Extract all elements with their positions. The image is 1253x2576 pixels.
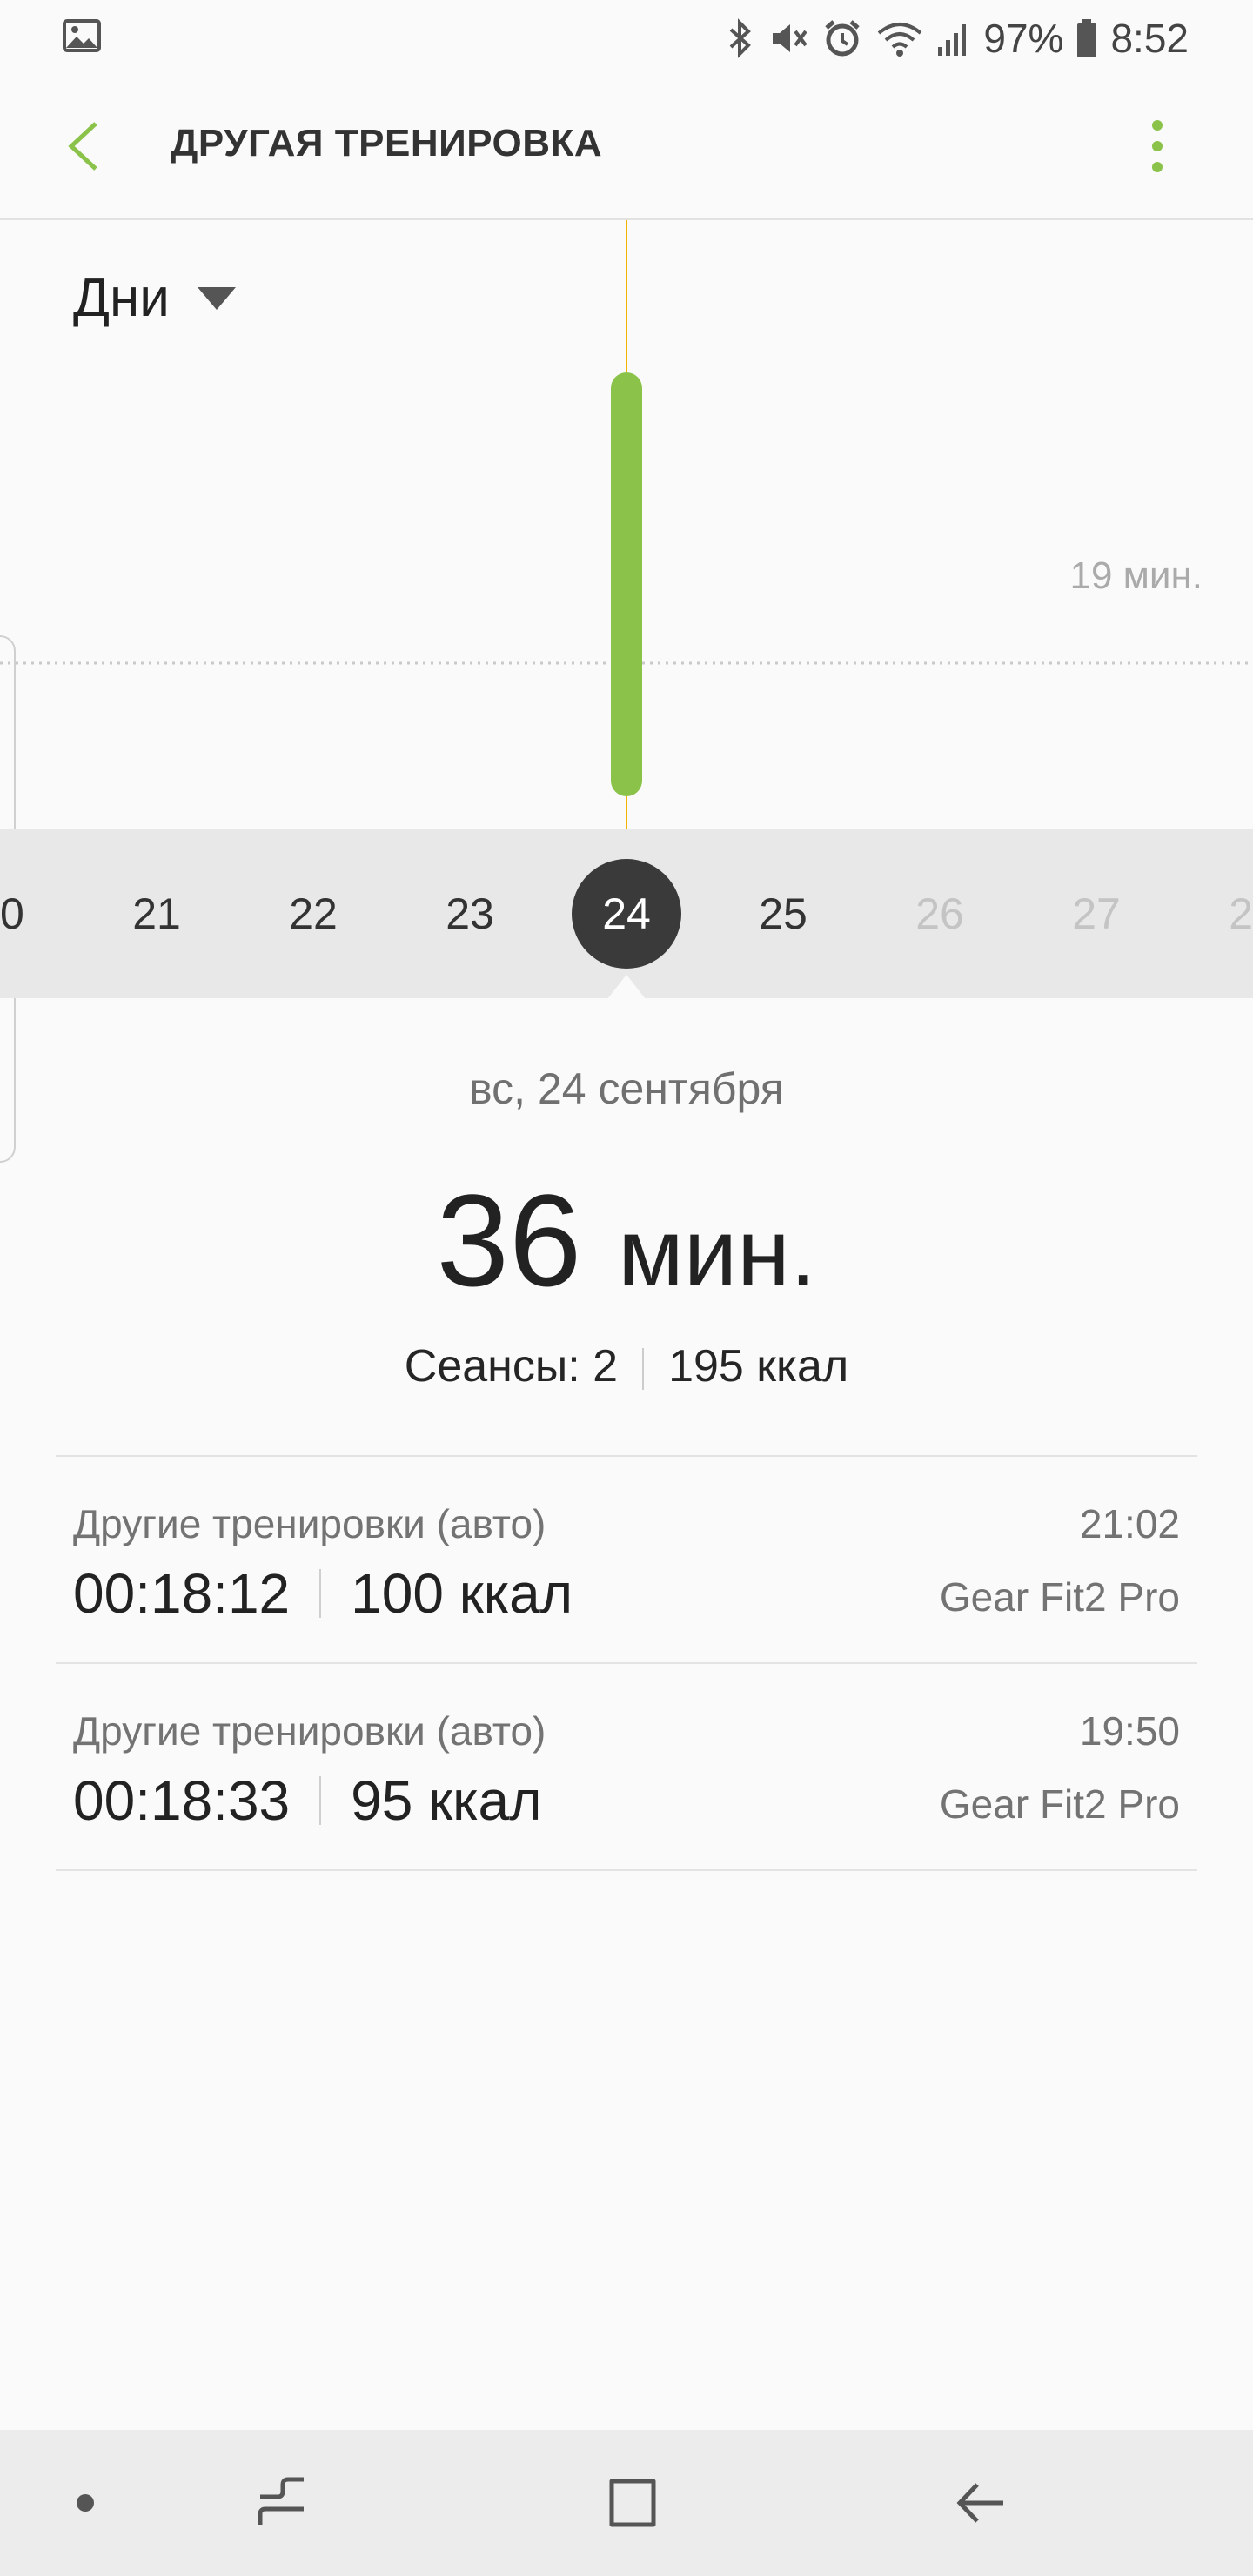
- alarm-icon: [825, 20, 861, 57]
- total-value: 36: [436, 1167, 582, 1313]
- date-21[interactable]: 21: [104, 829, 209, 998]
- workout-time: 21:02: [1079, 1501, 1180, 1546]
- workout-name: Другие тренировки (авто): [73, 1708, 546, 1754]
- workout-calories: 100 ккал: [351, 1562, 573, 1625]
- workout-chart[interactable]: Дни 19 мин.: [0, 220, 1253, 829]
- date-22[interactable]: 22: [261, 829, 365, 998]
- date-26: 26: [915, 889, 964, 938]
- workout-duration: 00:18:12: [73, 1562, 291, 1625]
- back-chevron-icon[interactable]: [50, 111, 120, 181]
- page-title: ДРУГАЯ ТРЕНИРОВКА: [171, 122, 603, 164]
- battery-percent: 97%: [983, 16, 1064, 61]
- recents-icon[interactable]: [238, 2459, 325, 2546]
- list-item[interactable]: Другие тренировки (авто) 19:50 00:18:33 …: [56, 1664, 1197, 1869]
- app-bar: ДРУГАЯ ТРЕНИРОВКА: [0, 77, 1253, 220]
- home-icon[interactable]: [588, 2459, 675, 2546]
- list-item[interactable]: Другие тренировки (авто) 21:02 00:18:12 …: [56, 1457, 1197, 1662]
- gallery-icon: [63, 19, 101, 52]
- workout-time: 19:50: [1079, 1708, 1180, 1754]
- meta-separator: [642, 1348, 645, 1391]
- date-28: 28: [1229, 889, 1253, 938]
- workout-stats: 00:18:12 100 ккал: [73, 1561, 573, 1626]
- more-vert-icon[interactable]: [1131, 111, 1183, 181]
- sessions-count: Сеансы: 2: [404, 1341, 619, 1392]
- date-23[interactable]: 23: [418, 829, 522, 998]
- wifi-icon: [878, 23, 922, 57]
- stats-separator: [319, 1776, 322, 1825]
- date-20[interactable]: 20: [0, 829, 52, 998]
- period-selector[interactable]: Дни: [73, 267, 238, 329]
- stats-separator: [319, 1569, 322, 1618]
- back-icon[interactable]: [938, 2459, 1025, 2546]
- date-27: 27: [1072, 889, 1121, 938]
- summary-calories: 195 ккал: [668, 1341, 849, 1392]
- workout-stats: 00:18:33 95 ккал: [73, 1768, 541, 1833]
- signal-icon: [938, 24, 967, 56]
- bar-24[interactable]: [611, 372, 642, 796]
- date-25[interactable]: 25: [731, 829, 835, 998]
- navigation-bar: [0, 2430, 1253, 2576]
- dropdown-arrow-icon: [197, 286, 236, 310]
- workout-device: Gear Fit2 Pro: [939, 1574, 1180, 1620]
- workout-duration: 00:18:33: [73, 1769, 291, 1832]
- bluetooth-icon: [730, 18, 752, 58]
- total-unit: мин.: [618, 1199, 817, 1306]
- workout-calories: 95 ккал: [351, 1769, 542, 1832]
- date-24[interactable]: 24: [574, 829, 679, 998]
- summary-meta: Сеансы: 2 195 ккал: [0, 1340, 1253, 1392]
- date-strip[interactable]: 20 21 22 23 24 25 26 27 28: [0, 829, 1253, 998]
- workout-name: Другие тренировки (авто): [73, 1501, 546, 1546]
- reference-line-label: 19 мин.: [1069, 554, 1203, 597]
- selection-pointer: [607, 975, 646, 999]
- summary-date: вс, 24 сентября: [469, 1064, 784, 1113]
- battery-icon: [1077, 19, 1097, 57]
- workout-device: Gear Fit2 Pro: [939, 1781, 1180, 1827]
- clock: 8:52: [1110, 16, 1189, 61]
- mute-icon: [773, 24, 807, 52]
- summary-total: 36 мин.: [0, 1166, 1253, 1327]
- list-divider: [56, 1869, 1197, 1871]
- period-label: Дни: [73, 268, 170, 328]
- status-bar: 97% 8:52: [0, 0, 1253, 77]
- dot-icon[interactable]: [42, 2459, 129, 2546]
- workout-list: Другие тренировки (авто) 21:02 00:18:12 …: [56, 1455, 1197, 1871]
